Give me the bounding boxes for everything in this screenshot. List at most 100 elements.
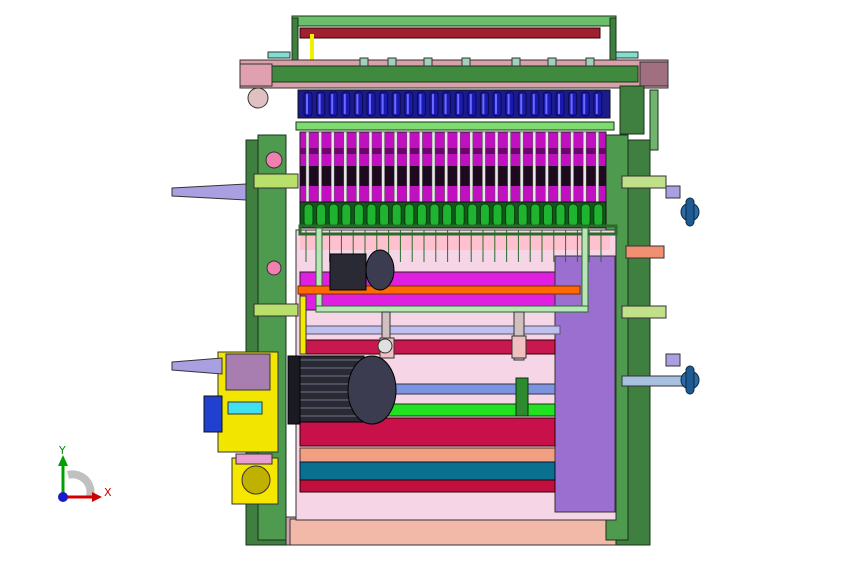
left-top-bolt bbox=[267, 51, 291, 59]
green-roller bbox=[379, 203, 390, 227]
green-roller bbox=[429, 203, 440, 227]
green-roller bbox=[303, 203, 314, 227]
needle-bar bbox=[431, 131, 436, 203]
blue-roller-highlight bbox=[406, 94, 409, 114]
left-upper-yellow-shaft bbox=[253, 173, 299, 189]
green-roller bbox=[479, 203, 490, 227]
green-roller bbox=[316, 203, 327, 227]
green-roller bbox=[467, 203, 478, 227]
bolt-head bbox=[547, 57, 557, 67]
pink-panel bbox=[300, 234, 610, 250]
needle-bar bbox=[356, 131, 360, 203]
blue-roller-highlight bbox=[595, 94, 598, 114]
needle-bar bbox=[406, 131, 411, 203]
coordinate-triad: Y X bbox=[58, 444, 112, 502]
blue-roller-highlight bbox=[394, 94, 397, 114]
blue-roller-highlight bbox=[545, 94, 548, 114]
blue-roller-highlight bbox=[532, 94, 535, 114]
right-column bbox=[649, 89, 659, 151]
left-mid-yellow-shaft bbox=[253, 303, 299, 317]
machine-assembly bbox=[171, 15, 700, 546]
blue-roller-highlight bbox=[558, 94, 560, 114]
right-lower-wheel-rim bbox=[685, 365, 695, 395]
blue-roller-highlight bbox=[331, 94, 334, 114]
left-lower-shaft bbox=[171, 357, 223, 375]
triad-x-arrow bbox=[92, 492, 102, 502]
green-roller bbox=[353, 203, 364, 227]
needle-bar bbox=[330, 131, 335, 203]
green-roller bbox=[568, 203, 579, 227]
green-roller bbox=[404, 203, 415, 227]
motor-flange bbox=[287, 355, 301, 425]
gearbox-cyan-pad bbox=[227, 401, 263, 415]
right-lilac-stub-2 bbox=[665, 353, 681, 367]
top-red-roller bbox=[299, 27, 601, 39]
left-pink-knob-2 bbox=[266, 260, 282, 276]
needle-bar bbox=[419, 131, 423, 203]
green-bracket bbox=[515, 377, 529, 417]
needle-bar bbox=[557, 131, 562, 203]
green-roller bbox=[341, 203, 352, 227]
right-mid-shaft bbox=[621, 305, 667, 319]
needle-bar bbox=[532, 131, 537, 203]
blue-roller-highlight bbox=[570, 94, 573, 114]
needle-bar bbox=[444, 131, 448, 203]
left-upper-shaft bbox=[171, 183, 247, 201]
red-roller-3 bbox=[299, 479, 556, 493]
gearbox-purple-cover bbox=[225, 353, 271, 391]
needle-bar bbox=[368, 131, 373, 203]
needle-bar bbox=[494, 131, 499, 203]
top-green-bar bbox=[291, 15, 617, 27]
green-roller bbox=[391, 203, 402, 227]
green-roller bbox=[542, 203, 553, 227]
right-guide-post bbox=[581, 227, 589, 309]
needle-bar bbox=[570, 131, 574, 203]
lower-gearbox-hub bbox=[241, 465, 271, 495]
green-roller bbox=[442, 203, 453, 227]
green-roller bbox=[492, 203, 503, 227]
blue-roller-highlight bbox=[520, 94, 523, 114]
bolt-head bbox=[511, 57, 521, 67]
bolt-head bbox=[359, 57, 369, 67]
small-motor-body bbox=[329, 253, 367, 291]
left-yellow-post bbox=[299, 295, 307, 355]
right-bearing-block bbox=[639, 61, 669, 87]
blue-roller-highlight bbox=[318, 94, 321, 114]
bolt-head bbox=[585, 57, 595, 67]
left-bearing-block bbox=[239, 63, 273, 87]
gearbox-blue-block bbox=[203, 395, 223, 433]
green-roller bbox=[580, 203, 591, 227]
lower-guide-bar bbox=[315, 305, 589, 313]
needle-bar bbox=[305, 131, 310, 203]
blue-roller-highlight bbox=[432, 94, 434, 114]
cad-viewport[interactable]: Y X bbox=[0, 0, 867, 562]
right-lilac-stub bbox=[665, 185, 681, 199]
blue-roller-highlight bbox=[457, 94, 460, 114]
green-roller bbox=[328, 203, 339, 227]
right-upper-wheel-rim bbox=[685, 197, 695, 227]
blue-roller-highlight bbox=[507, 94, 510, 114]
right-orange-bracket bbox=[625, 245, 665, 259]
triad-x-label: X bbox=[104, 486, 112, 499]
needle-bar bbox=[381, 131, 385, 203]
needle-bar bbox=[519, 131, 524, 203]
green-roller bbox=[530, 203, 541, 227]
needle-bar bbox=[393, 131, 398, 203]
orange-shaft bbox=[299, 447, 556, 463]
green-roller bbox=[454, 203, 465, 227]
blue-roller-highlight bbox=[381, 94, 384, 114]
green-roller bbox=[505, 203, 516, 227]
needle-bar bbox=[469, 131, 474, 203]
motor-top-box bbox=[377, 338, 393, 354]
green-divider-bar bbox=[295, 121, 615, 131]
needle-bar bbox=[318, 131, 322, 203]
green-roller bbox=[416, 203, 427, 227]
crossbeam-green-plate bbox=[271, 65, 639, 83]
blue-roller-highlight bbox=[306, 94, 308, 114]
green-roller bbox=[555, 203, 566, 227]
bolt-head bbox=[461, 57, 471, 67]
needle-bar bbox=[582, 131, 587, 203]
right-top-shaft bbox=[619, 85, 645, 135]
needle-bar bbox=[343, 131, 348, 203]
left-guide-post bbox=[315, 227, 323, 309]
